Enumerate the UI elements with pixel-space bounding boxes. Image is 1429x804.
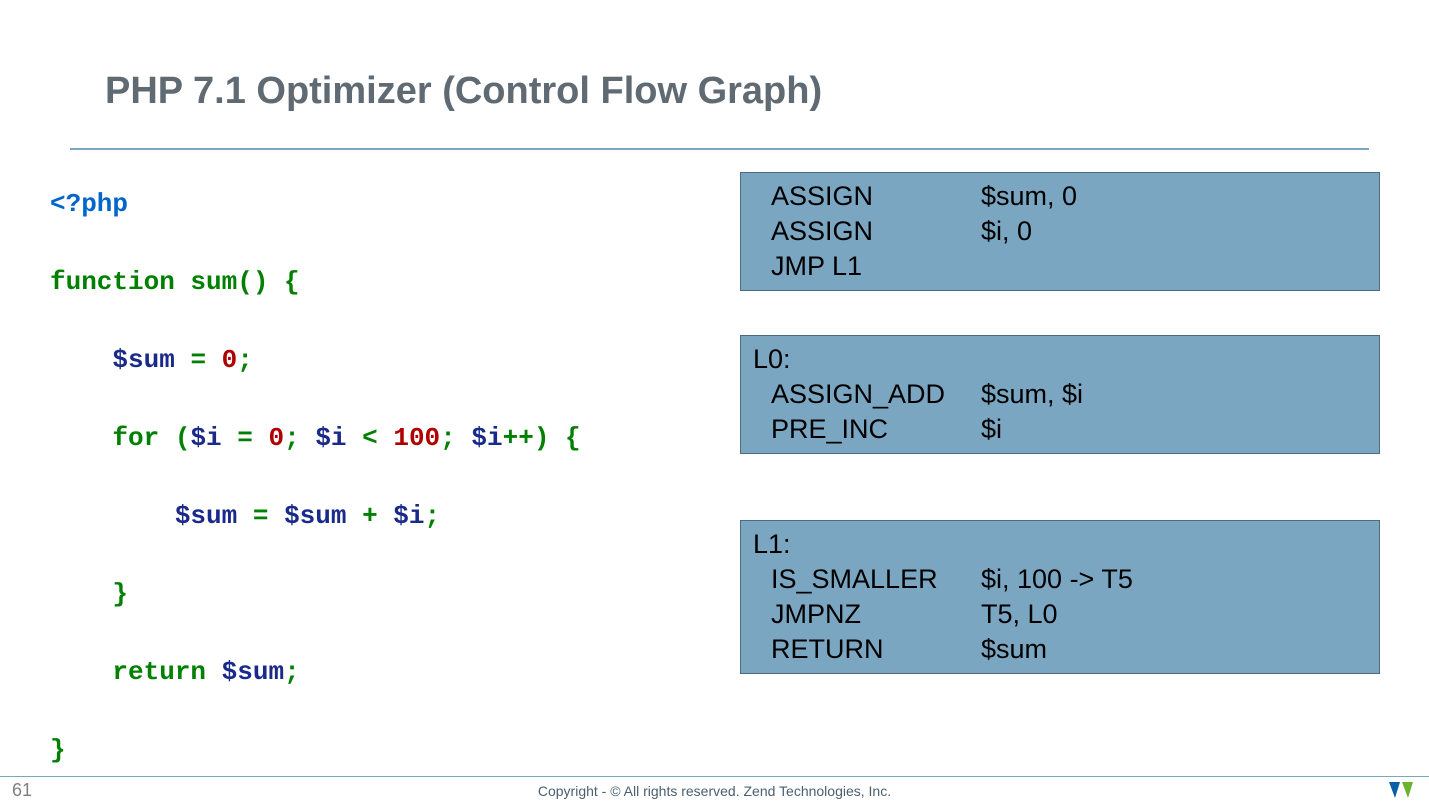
op-row: IS_SMALLER $i, 100 -> T5: [741, 562, 1379, 597]
op-args: $sum, $i: [981, 377, 1379, 412]
code-l2-rest: () {: [237, 267, 299, 297]
op-name: ASSIGN: [741, 179, 981, 214]
op-args: $i, 100 -> T5: [981, 562, 1379, 597]
op-args: $i, 0: [981, 214, 1379, 249]
op-row: ASSIGN_ADD $sum, $i: [741, 377, 1379, 412]
op-row: ASSIGN $sum, 0: [741, 179, 1379, 214]
opcode-block-3: L1: IS_SMALLER $i, 100 -> T5 JMPNZ T5, L…: [740, 520, 1380, 674]
op-name: RETURN: [741, 632, 981, 667]
page-number: 61: [12, 780, 32, 801]
op-args: T5, L0: [981, 597, 1379, 632]
op-name: JMP L1: [741, 249, 981, 284]
code-line-1: <?php: [50, 189, 128, 219]
block-label: L1:: [741, 527, 1379, 562]
title-underline: [70, 148, 1369, 150]
code-var-sum: $sum: [112, 345, 174, 375]
op-name: ASSIGN_ADD: [741, 377, 981, 412]
op-args: $sum: [981, 632, 1379, 667]
opcode-block-2: L0: ASSIGN_ADD $sum, $i PRE_INC $i: [740, 335, 1380, 454]
code-kw-for: for: [112, 423, 159, 453]
op-name: IS_SMALLER: [741, 562, 981, 597]
op-row: RETURN $sum: [741, 632, 1379, 667]
block-label: L0:: [741, 342, 1379, 377]
op-args: [981, 249, 1379, 284]
footer: 61 Copyright - © All rights reserved. Ze…: [0, 776, 1429, 804]
op-args: $i: [981, 412, 1379, 447]
op-name: ASSIGN: [741, 214, 981, 249]
code-brace-close-outer: }: [50, 735, 66, 765]
slide: PHP 7.1 Optimizer (Control Flow Graph) <…: [0, 0, 1429, 804]
code-fn-name: sum: [175, 267, 237, 297]
op-row: PRE_INC $i: [741, 412, 1379, 447]
op-row: JMP L1: [741, 249, 1379, 284]
code-brace-close-inner: }: [112, 579, 128, 609]
op-name: PRE_INC: [741, 412, 981, 447]
op-row: ASSIGN $i, 0: [741, 214, 1379, 249]
zend-logo-icon: [1387, 779, 1415, 801]
code-kw-function: function: [50, 267, 175, 297]
slide-title: PHP 7.1 Optimizer (Control Flow Graph): [105, 70, 822, 113]
copyright-text: Copyright - © All rights reserved. Zend …: [0, 783, 1429, 799]
op-args: $sum, 0: [981, 179, 1379, 214]
php-code-block: <?php function sum() { $sum = 0; for ($i…: [50, 185, 690, 770]
opcode-block-1: ASSIGN $sum, 0 ASSIGN $i, 0 JMP L1: [740, 172, 1380, 291]
op-row: JMPNZ T5, L0: [741, 597, 1379, 632]
code-kw-return: return: [112, 657, 206, 687]
op-name: JMPNZ: [741, 597, 981, 632]
